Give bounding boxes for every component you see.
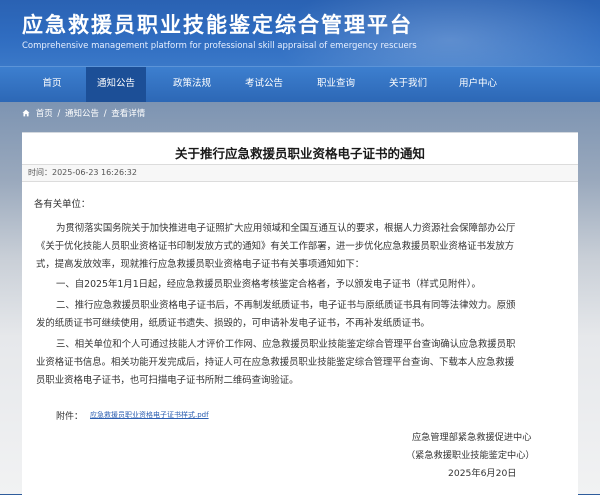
publish-time: 时间：2025-06-23 16:26:32 xyxy=(28,165,137,181)
site-header: 应急救援员职业技能鉴定综合管理平台 Comprehensive manageme… xyxy=(0,0,600,66)
publish-time-value: 2025-06-23 16:26:32 xyxy=(52,168,137,177)
breadcrumb: 首页 / 通知公告 / 查看详情 xyxy=(22,106,145,122)
article-paragraph-line: 为贯彻落实国务院关于加快推进电子证照扩大应用领域和全国互通互认的要求，根据人力资… xyxy=(56,223,516,234)
breadcrumb-separator: / xyxy=(57,109,61,119)
breadcrumb-notices[interactable]: 通知公告 xyxy=(65,109,99,119)
attachment-link[interactable]: 应急救援员职业资格电子证书样式.pdf xyxy=(90,409,209,421)
publish-time-label: 时间： xyxy=(28,168,52,177)
article-panel: 关于推行应急救援员职业资格电子证书的通知 时间：2025-06-23 16:26… xyxy=(22,132,578,495)
article-paragraph-line: 二、推行应急救援员职业资格电子证书后，不再制发纸质证书，电子证书与原纸质证书具有… xyxy=(56,300,516,311)
breadcrumb-separator: / xyxy=(103,109,107,119)
nav-item-notices[interactable]: 通知公告 xyxy=(86,67,146,103)
nav-item-policies[interactable]: 政策法规 xyxy=(162,67,222,103)
article-paragraph-line: 三、相关单位和个人可通过技能人才评价工作网、应急救援员职业技能鉴定综合管理平台查… xyxy=(56,339,516,350)
article-paragraph-line: 式，提高发放效率，现就推行应急救援员职业资格电子证书有关事项通知如下： xyxy=(36,259,365,270)
site-title[interactable]: 应急救援员职业技能鉴定综合管理平台 xyxy=(22,9,413,39)
nav-item-home[interactable]: 首页 xyxy=(22,67,82,103)
article-paragraph-line: 业资格证书信息。相关功能开发完成后，持证人可在应急救援员职业技能鉴定综合管理平台… xyxy=(36,357,515,368)
breadcrumb-current: 查看详情 xyxy=(111,109,146,119)
nav-item-user-center[interactable]: 用户中心 xyxy=(448,67,508,103)
signature-suborganization: （紧急救援职业技能鉴定中心） xyxy=(406,450,535,461)
article-title: 关于推行应急救援员职业资格电子证书的通知 xyxy=(174,146,425,161)
main-nav: 首页 通知公告 政策法规 考试公告 职业查询 关于我们 用户中心 xyxy=(0,66,600,103)
site-subtitle: Comprehensive management platform for pr… xyxy=(22,41,417,51)
article-paragraph-line: 发的纸质证书可继续使用，纸质证书遗失、损毁的，可申请补发电子证书，不再补发纸质证… xyxy=(36,318,430,329)
signature-date: 2025年6月20日 xyxy=(448,468,517,479)
nav-item-occupation-query[interactable]: 职业查询 xyxy=(306,67,366,103)
breadcrumb-home[interactable]: 首页 xyxy=(36,109,53,119)
article-salutation: 各有关单位： xyxy=(34,199,91,210)
article-paragraph-line: 员职业资格电子证书，也可扫描电子证书所附二维码查询验证。 xyxy=(36,375,299,386)
signature-organization: 应急管理部紧急救援促进中心 xyxy=(412,432,532,443)
nav-item-exams[interactable]: 考试公告 xyxy=(234,67,294,103)
nav-item-about[interactable]: 关于我们 xyxy=(378,67,438,103)
article-paragraph-line: 一、自2025年1月1日起，经应急救援员职业资格考核鉴定合格者，予以颁发电子证书… xyxy=(56,279,481,290)
home-icon xyxy=(22,109,30,117)
article-paragraph-line: 《关于优化技能人员职业资格证书印制发放方式的通知》有关工作部署，进一步优化应急救… xyxy=(36,241,515,252)
article-meta: 时间：2025-06-23 16:26:32 xyxy=(22,164,578,182)
attachment-label: 附件： xyxy=(56,412,84,422)
